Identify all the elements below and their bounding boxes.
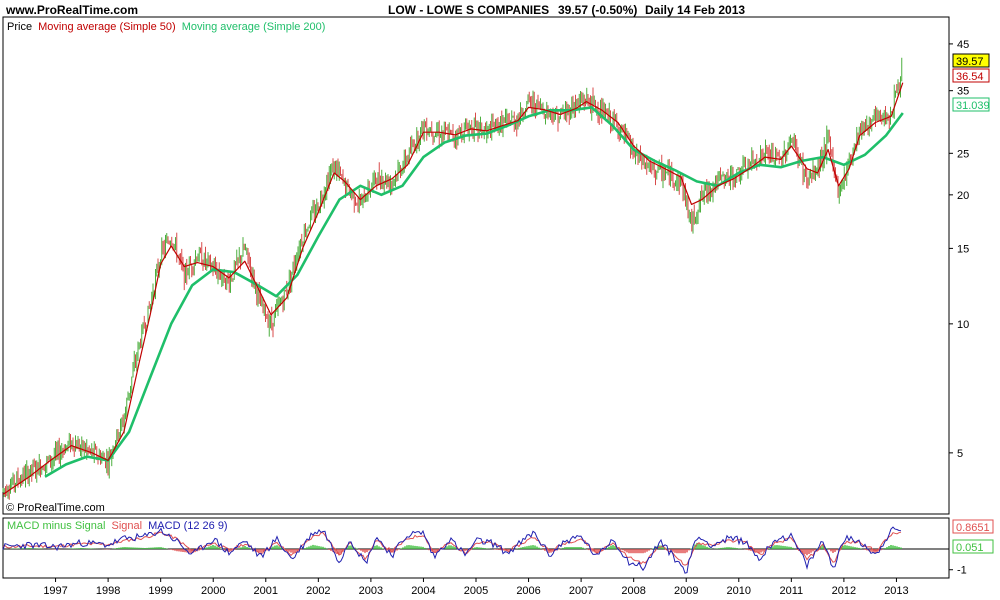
x-tick-label: 2008 bbox=[621, 585, 645, 597]
x-tick-label: 2001 bbox=[254, 585, 278, 597]
macd-legend: MACD minus Signal Signal MACD (12 26 9) bbox=[7, 520, 228, 532]
instrument-name: LOW - LOWE S COMPANIES bbox=[388, 3, 549, 17]
legend-signal: Signal bbox=[111, 520, 142, 532]
x-tick-label: 2004 bbox=[411, 585, 435, 597]
period-date: Daily 14 Feb 2013 bbox=[645, 3, 745, 17]
x-tick-label: 2006 bbox=[516, 585, 540, 597]
last-price: 39.57 (-0.50%) bbox=[558, 3, 637, 17]
last-price-tag: 39.57 bbox=[956, 56, 984, 68]
watermark: © ProRealTime.com bbox=[6, 502, 105, 514]
macd-tick-label: -1 bbox=[957, 565, 967, 577]
chart-background bbox=[0, 0, 1000, 600]
price-tick-label: 10 bbox=[957, 319, 969, 331]
x-tick-label: 2012 bbox=[832, 585, 856, 597]
price-tick-label: 15 bbox=[957, 243, 969, 255]
macd-hist-value-tag: 0.051 bbox=[956, 542, 984, 554]
macd-value-tag: 0.8651 bbox=[956, 522, 990, 534]
legend-ma200: Moving average (Simple 200) bbox=[182, 21, 326, 33]
price-tick-label: 45 bbox=[957, 39, 969, 51]
ma200-value-tag: 31.039 bbox=[956, 100, 990, 112]
chart-canvas: www.ProRealTime.com LOW - LOWE S COMPANI… bbox=[0, 0, 1000, 600]
x-tick-label: 2005 bbox=[464, 585, 488, 597]
x-tick-label: 1998 bbox=[96, 585, 120, 597]
site-title[interactable]: www.ProRealTime.com bbox=[5, 3, 138, 17]
x-tick-label: 1997 bbox=[43, 585, 67, 597]
x-tick-label: 2000 bbox=[201, 585, 225, 597]
x-tick-label: 2009 bbox=[674, 585, 698, 597]
legend-macd-hist: MACD minus Signal bbox=[7, 520, 105, 532]
x-tick-label: 2003 bbox=[359, 585, 383, 597]
legend-price: Price bbox=[7, 21, 32, 33]
price-tick-label: 25 bbox=[957, 148, 969, 160]
x-tick-label: 2013 bbox=[884, 585, 908, 597]
x-tick-label: 1999 bbox=[148, 585, 172, 597]
x-tick-label: 2011 bbox=[780, 585, 804, 597]
ma50-value-tag: 36.54 bbox=[956, 71, 984, 83]
x-tick-label: 2002 bbox=[306, 585, 330, 597]
price-tick-label: 5 bbox=[957, 448, 963, 460]
x-tick-label: 2010 bbox=[727, 585, 751, 597]
legend-ma50: Moving average (Simple 50) bbox=[38, 21, 176, 33]
chart-window: www.ProRealTime.com LOW - LOWE S COMPANI… bbox=[0, 0, 1000, 600]
price-tick-label: 20 bbox=[957, 190, 969, 202]
price-tick-label: 35 bbox=[957, 86, 969, 98]
price-legend: Price Moving average (Simple 50) Moving … bbox=[7, 21, 325, 33]
x-tick-label: 2007 bbox=[569, 585, 593, 597]
